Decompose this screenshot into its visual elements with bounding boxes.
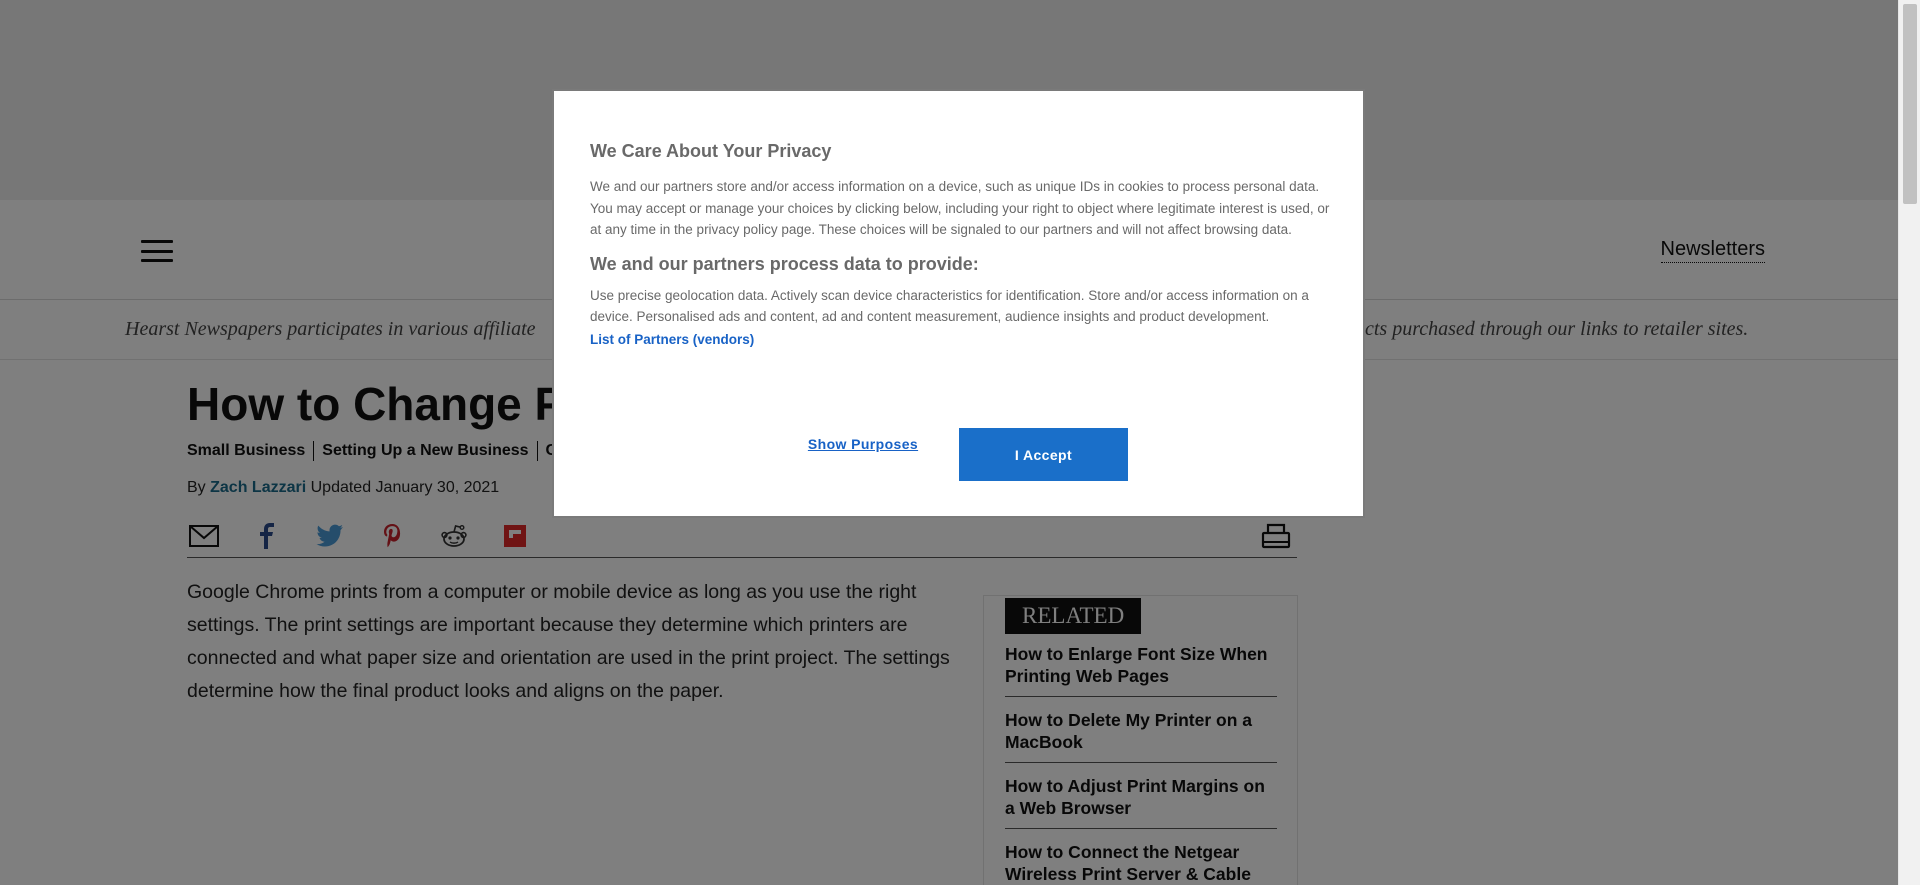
consent-title: We Care About Your Privacy — [590, 141, 832, 161]
consent-purposes: Use precise geolocation data. Actively s… — [590, 287, 1309, 325]
accept-button[interactable]: I Accept — [959, 428, 1128, 481]
page-scrollbar[interactable] — [1898, 0, 1920, 885]
show-purposes-button[interactable]: Show Purposes — [803, 430, 923, 458]
consent-subtitle: We and our partners process data to prov… — [590, 253, 979, 274]
partners-vendors-link[interactable]: List of Partners (vendors) — [590, 332, 754, 347]
consent-intro: We and our partners store and/or access … — [590, 179, 1330, 237]
scrollbar-thumb[interactable] — [1903, 4, 1917, 204]
privacy-consent-dialog: We Care About Your Privacy We and our pa… — [552, 89, 1365, 518]
